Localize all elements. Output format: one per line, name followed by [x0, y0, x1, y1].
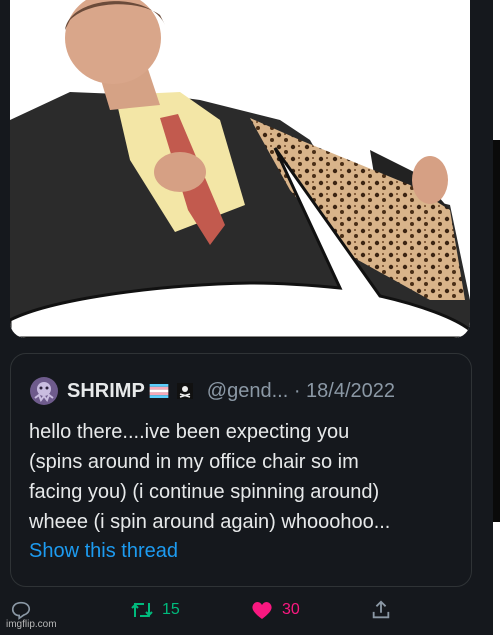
tweet-action-bar: 15 30: [0, 595, 493, 635]
avatar[interactable]: [29, 376, 59, 406]
meme-photo: [10, 0, 470, 338]
tweet-text-line: (spins around in my office chair so im: [29, 451, 359, 473]
heart-icon: [252, 602, 272, 619]
retweet-count: 15: [162, 601, 180, 618]
tweet-text-line: hello there....ive been expecting you: [29, 421, 350, 443]
show-thread-link[interactable]: Show this thread: [29, 540, 178, 563]
share-icon: [372, 600, 390, 619]
reply-button[interactable]: [10, 599, 32, 621]
trans-flag-icon: [149, 384, 169, 398]
tweet-text-line: wheee (i spin around again) whooohoo...: [29, 511, 391, 533]
quoted-tweet-card[interactable]: SHRIMP @gend... · 18/4/2022 hello there.…: [10, 353, 472, 587]
imgflip-watermark: imgflip.com: [6, 619, 57, 630]
tweet-text-line: facing you) (i continue spinning around): [29, 481, 380, 503]
like-count: 30: [282, 601, 300, 618]
speech-bubble-icon: [11, 601, 31, 620]
screenshot-frame: SHRIMP @gend... · 18/4/2022 hello there.…: [0, 0, 493, 635]
handle-and-date: @gend... · 18/4/2022: [206, 379, 396, 402]
retweet-button[interactable]: 15: [130, 599, 180, 621]
retweet-icon: [131, 602, 153, 618]
tweet-header: SHRIMP @gend... · 18/4/2022: [29, 376, 395, 406]
pirate-flag-icon: [176, 383, 193, 399]
tweet-text: hello there....ive been expecting you (s…: [29, 417, 459, 537]
right-edge-strip: [493, 0, 500, 635]
share-button[interactable]: [370, 599, 392, 621]
display-name[interactable]: SHRIMP: [67, 380, 145, 403]
man-in-suit-image: [10, 0, 470, 338]
right-edge-dark-band: [493, 140, 500, 522]
like-button[interactable]: 30: [250, 599, 300, 621]
